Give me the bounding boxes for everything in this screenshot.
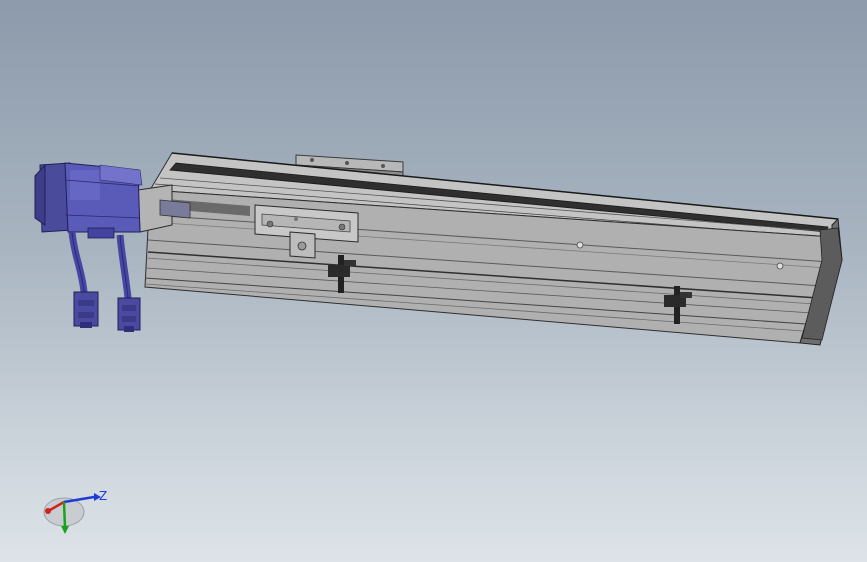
servo-motor: [34, 162, 143, 239]
connector-left: [73, 291, 99, 328]
triad-y-axis: [62, 501, 67, 529]
triad-x-arrow-icon: [45, 508, 51, 514]
triad-y-arrow-icon: [61, 526, 69, 534]
motor-cable-left: [68, 231, 88, 293]
linear-actuator-model[interactable]: [0, 0, 867, 562]
orientation-triad[interactable]: Z: [38, 484, 118, 544]
triad-z-label: Z: [99, 489, 107, 503]
connector-right: [117, 297, 141, 332]
motor-cable-right: [116, 234, 132, 299]
graphics-viewport[interactable]: Z: [0, 0, 867, 562]
